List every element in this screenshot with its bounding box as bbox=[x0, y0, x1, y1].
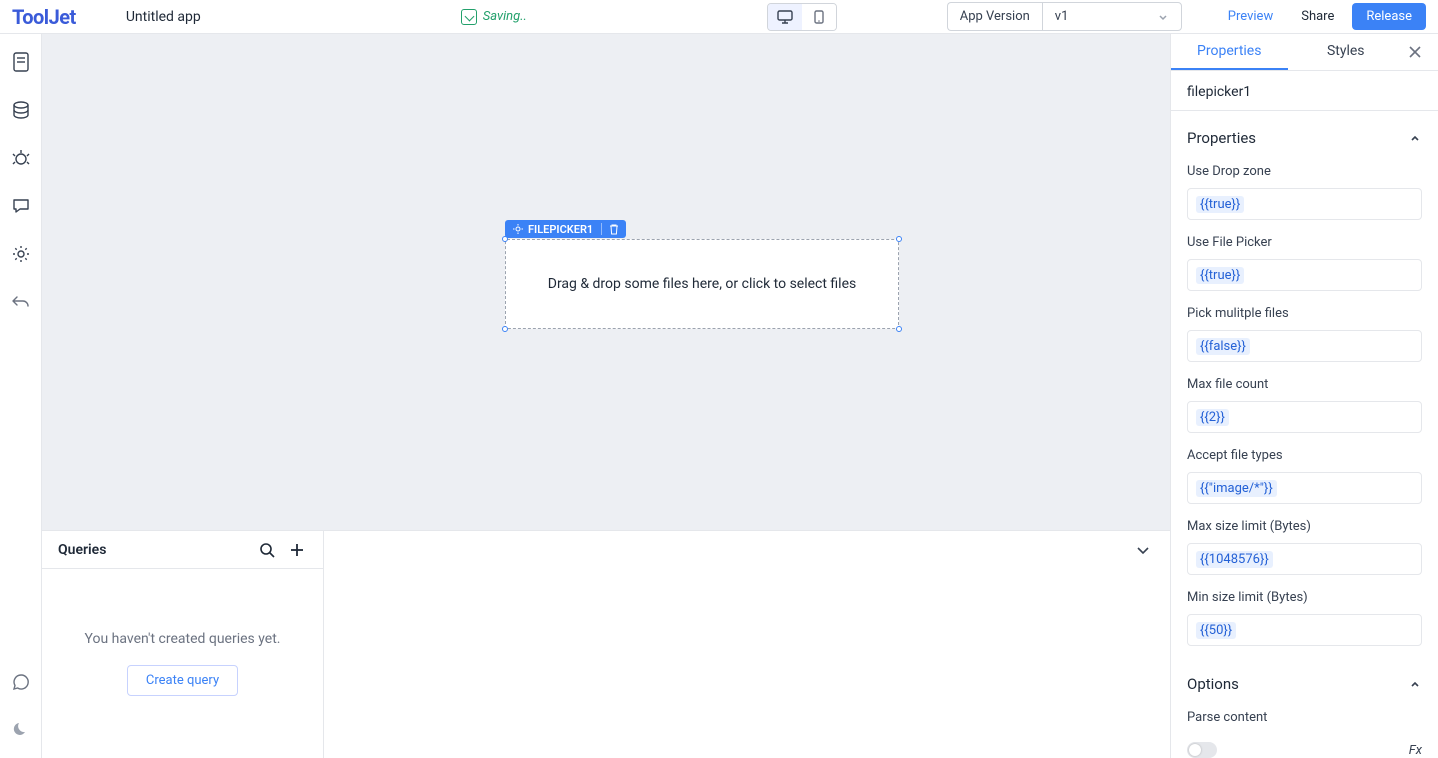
component-name-row bbox=[1171, 71, 1438, 111]
desktop-toggle[interactable] bbox=[768, 4, 802, 30]
queries-panel: Queries You haven't created queries yet.… bbox=[42, 530, 1170, 758]
close-icon bbox=[1408, 45, 1422, 59]
field-label: Use Drop zone bbox=[1187, 164, 1422, 179]
app-name[interactable]: Untitled app bbox=[126, 9, 201, 25]
fx-value: {{2}} bbox=[1196, 409, 1229, 426]
page-icon[interactable] bbox=[11, 52, 31, 72]
center-area: FILEPICKER1 Drag & drop some files here,… bbox=[42, 34, 1170, 758]
pick-multiple-input[interactable]: {{false}} bbox=[1187, 330, 1422, 362]
section-header-options[interactable]: Options bbox=[1187, 669, 1422, 695]
version-select[interactable]: v1 bbox=[1042, 2, 1182, 31]
tab-properties[interactable]: Properties bbox=[1171, 34, 1288, 70]
mobile-toggle[interactable] bbox=[802, 4, 836, 30]
queries-sidebar: Queries You haven't created queries yet.… bbox=[42, 531, 324, 758]
queries-editor bbox=[324, 531, 1170, 758]
comment-icon[interactable] bbox=[11, 196, 31, 216]
component-name-input[interactable] bbox=[1187, 84, 1422, 100]
canvas[interactable]: FILEPICKER1 Drag & drop some files here,… bbox=[42, 34, 1170, 530]
main: FILEPICKER1 Drag & drop some files here,… bbox=[0, 34, 1438, 758]
section-header-properties[interactable]: Properties bbox=[1187, 123, 1422, 149]
device-toggle bbox=[767, 3, 837, 31]
gear-icon[interactable] bbox=[11, 244, 31, 264]
save-text: Saving.. bbox=[483, 9, 527, 24]
preview-button[interactable]: Preview bbox=[1218, 3, 1283, 30]
queries-empty-text: You haven't created queries yet. bbox=[85, 631, 281, 647]
search-icon bbox=[259, 542, 275, 558]
filepicker-text: Drag & drop some files here, or click to… bbox=[548, 276, 857, 292]
field-label: Max file count bbox=[1187, 377, 1422, 392]
close-inspector-button[interactable] bbox=[1404, 41, 1426, 63]
chevron-down-icon bbox=[1134, 541, 1152, 559]
field-label: Max size limit (Bytes) bbox=[1187, 519, 1422, 534]
fx-value: {{50}} bbox=[1196, 622, 1236, 639]
max-file-count-input[interactable]: {{2}} bbox=[1187, 401, 1422, 433]
parse-content-row: Fx bbox=[1187, 742, 1422, 758]
accept-file-types-input[interactable]: {{"image/*"}} bbox=[1187, 472, 1422, 504]
desktop-icon bbox=[777, 10, 793, 24]
left-rail bbox=[0, 34, 42, 758]
fx-value: {{1048576}} bbox=[1196, 551, 1273, 568]
trash-icon bbox=[609, 224, 619, 235]
component-selection-badge: FILEPICKER1 bbox=[505, 220, 626, 238]
section-title: Properties bbox=[1187, 129, 1256, 147]
filepicker-component[interactable]: Drag & drop some files here, or click to… bbox=[505, 239, 899, 329]
queries-title: Queries bbox=[58, 542, 247, 558]
share-button[interactable]: Share bbox=[1291, 3, 1344, 30]
properties-body: Properties Use Drop zone {{true}} Use Fi… bbox=[1171, 111, 1438, 758]
chevron-down-icon bbox=[1157, 11, 1169, 23]
save-icon bbox=[461, 9, 477, 25]
section-title: Options bbox=[1187, 675, 1239, 693]
plus-icon bbox=[289, 542, 305, 558]
field-label: Min size limit (Bytes) bbox=[1187, 590, 1422, 605]
create-query-button[interactable]: Create query bbox=[127, 665, 238, 696]
gear-icon bbox=[513, 224, 523, 234]
inspector-panel: Properties Styles Properties Use Drop zo… bbox=[1170, 34, 1438, 758]
chevron-up-icon bbox=[1408, 131, 1422, 145]
search-queries-button[interactable] bbox=[257, 540, 277, 560]
undo-icon[interactable] bbox=[11, 292, 31, 312]
field-label: Pick mulitple files bbox=[1187, 306, 1422, 321]
queries-header: Queries bbox=[42, 531, 323, 569]
field-label: Accept file types bbox=[1187, 448, 1422, 463]
resize-handle[interactable] bbox=[502, 326, 508, 332]
fx-value: {{false}} bbox=[1196, 338, 1250, 355]
chevron-up-icon bbox=[1408, 677, 1422, 691]
max-size-input[interactable]: {{1048576}} bbox=[1187, 543, 1422, 575]
app-version-label: App Version bbox=[947, 2, 1042, 31]
queries-empty-state: You haven't created queries yet. Create … bbox=[42, 569, 323, 758]
use-file-picker-input[interactable]: {{true}} bbox=[1187, 259, 1422, 291]
tab-styles[interactable]: Styles bbox=[1288, 34, 1405, 70]
delete-component-button[interactable] bbox=[602, 224, 626, 235]
collapse-queries-button[interactable] bbox=[1134, 541, 1152, 559]
database-icon[interactable] bbox=[11, 100, 31, 120]
chat-icon[interactable] bbox=[11, 672, 31, 692]
add-query-button[interactable] bbox=[287, 540, 307, 560]
parse-content-toggle[interactable] bbox=[1187, 742, 1217, 758]
debug-icon[interactable] bbox=[11, 148, 31, 168]
version-value: v1 bbox=[1055, 9, 1069, 24]
top-actions: Preview Share Release bbox=[1218, 3, 1426, 30]
inspector-tabs: Properties Styles bbox=[1171, 34, 1438, 71]
fx-value: {{"image/*"}} bbox=[1196, 480, 1277, 497]
field-label: Use File Picker bbox=[1187, 235, 1422, 250]
field-label: Parse content bbox=[1187, 710, 1422, 725]
save-status: Saving.. bbox=[461, 9, 527, 25]
fx-button[interactable]: Fx bbox=[1409, 743, 1422, 758]
version-switcher: App Version v1 bbox=[947, 2, 1182, 31]
logo[interactable]: ToolJet bbox=[12, 5, 76, 29]
resize-handle[interactable] bbox=[502, 236, 508, 242]
dark-mode-icon[interactable] bbox=[11, 720, 31, 740]
min-size-input[interactable]: {{50}} bbox=[1187, 614, 1422, 646]
mobile-icon bbox=[814, 10, 824, 24]
fx-value: {{true}} bbox=[1196, 196, 1244, 213]
resize-handle[interactable] bbox=[896, 236, 902, 242]
release-button[interactable]: Release bbox=[1352, 3, 1426, 30]
fx-value: {{true}} bbox=[1196, 267, 1244, 284]
use-drop-zone-input[interactable]: {{true}} bbox=[1187, 188, 1422, 220]
top-bar: ToolJet Untitled app Saving.. App Versio… bbox=[0, 0, 1438, 34]
badge-label: FILEPICKER1 bbox=[528, 223, 593, 236]
resize-handle[interactable] bbox=[896, 326, 902, 332]
